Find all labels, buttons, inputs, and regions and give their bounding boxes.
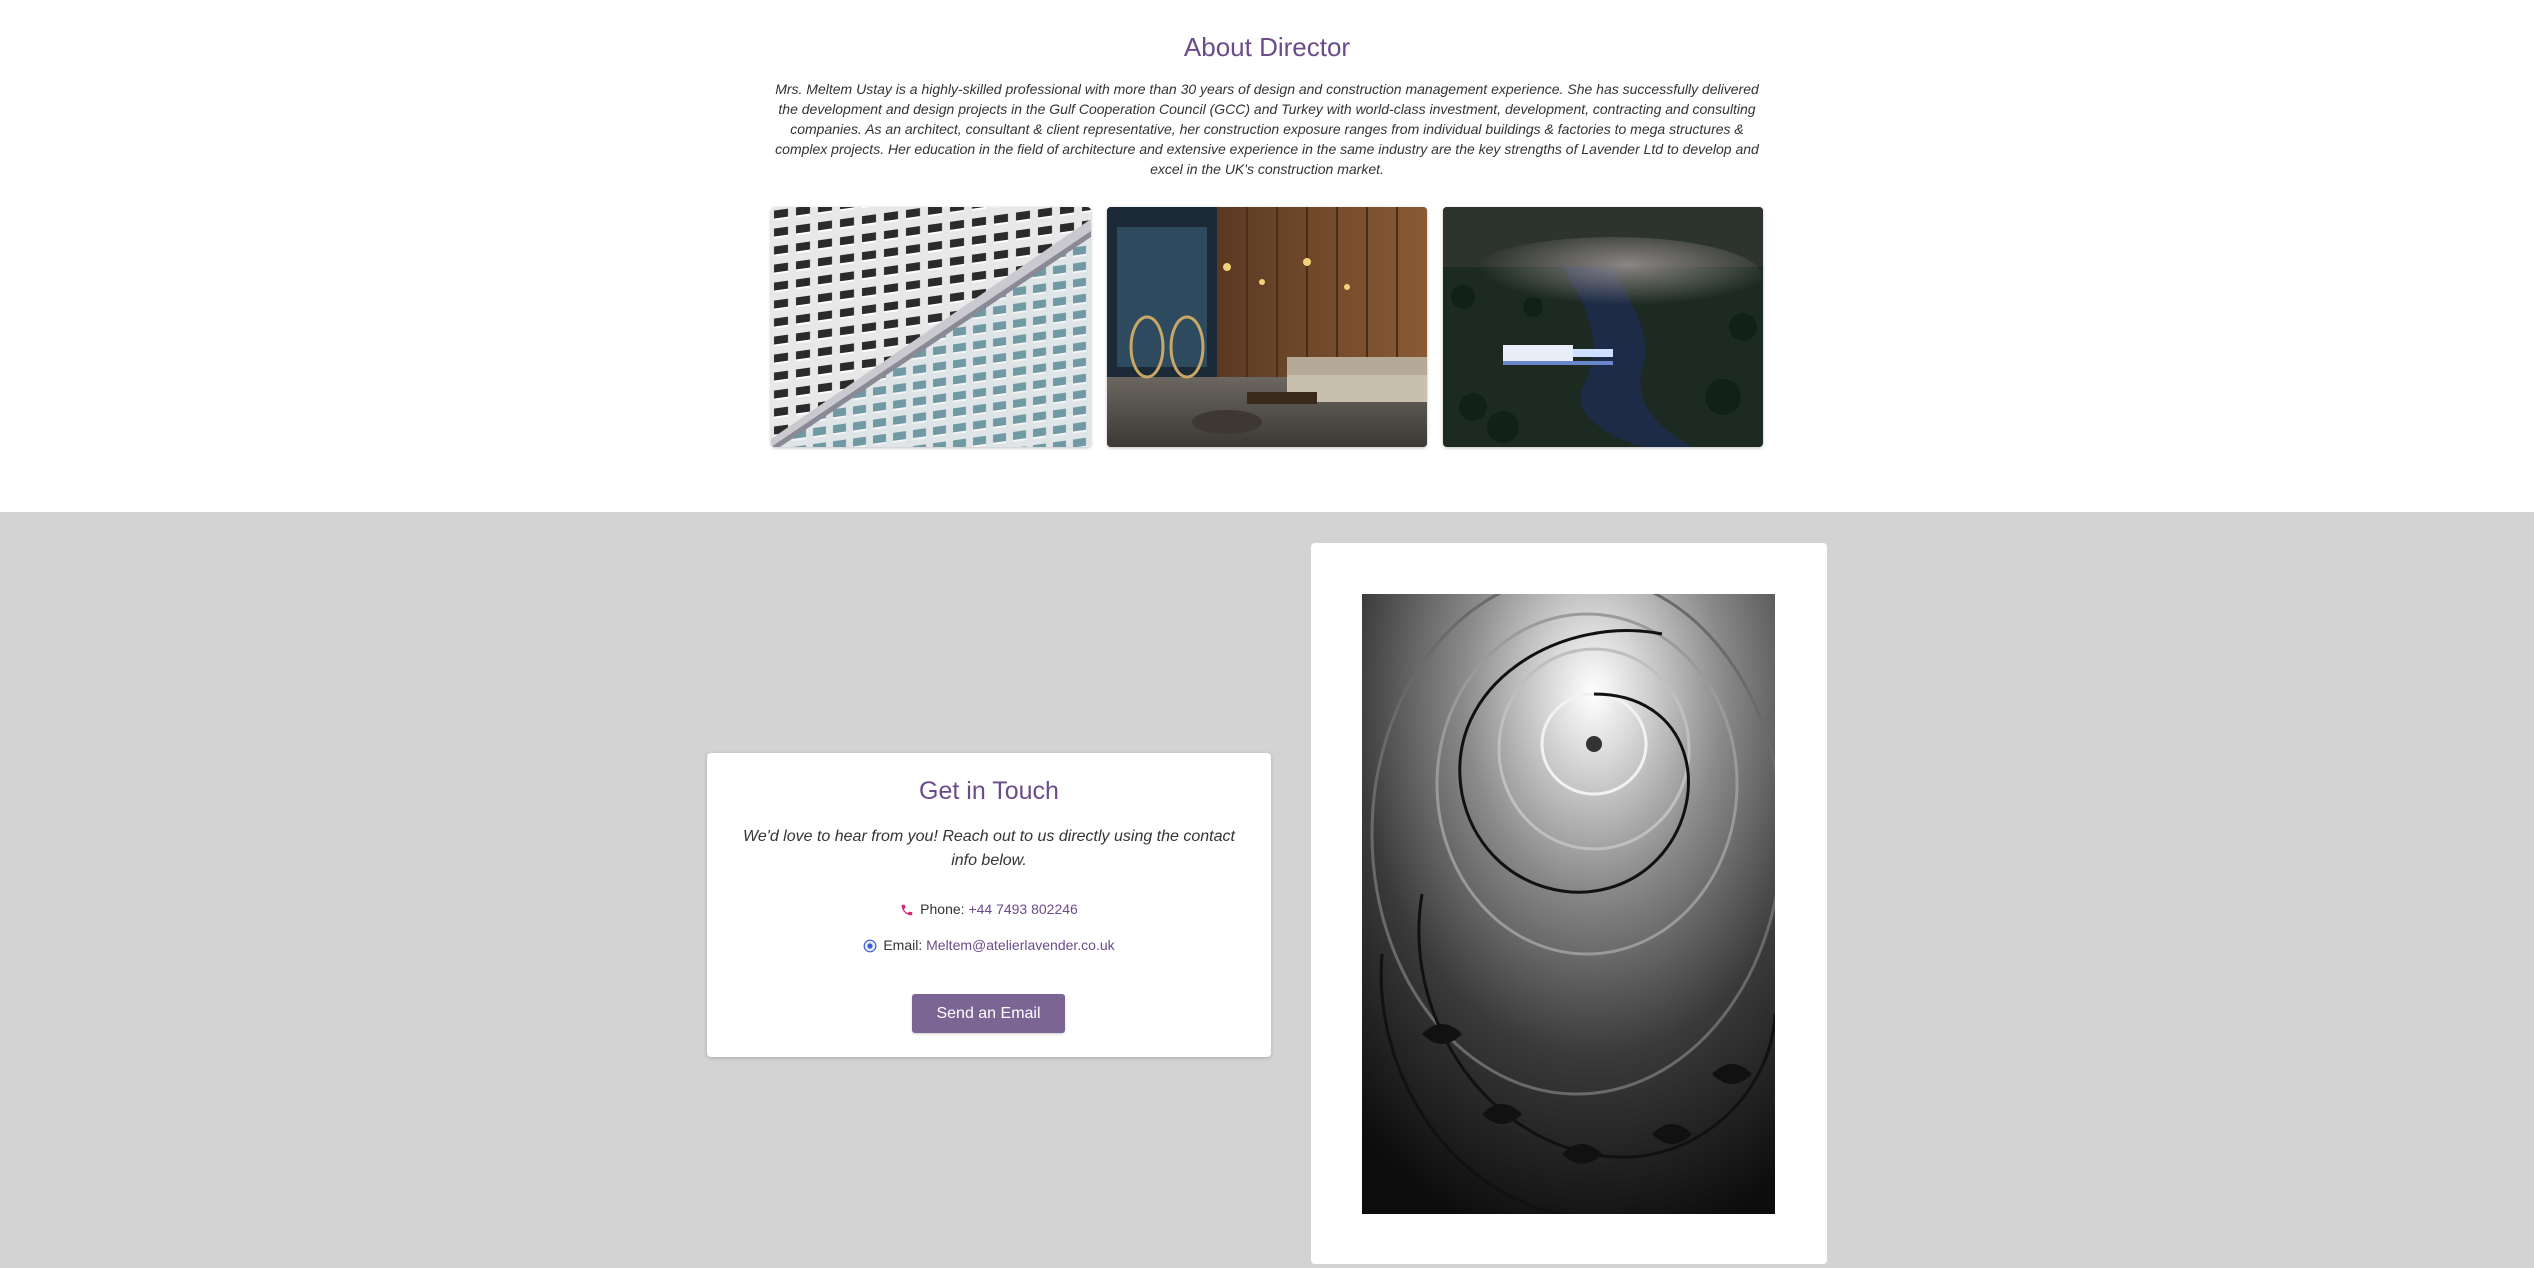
about-title: About Director (1183, 32, 1351, 62)
forest-river-aerial-photo (1443, 207, 1763, 447)
email-icon (863, 939, 877, 956)
contact-title: Get in Touch (919, 777, 1059, 805)
contact-intro: We'd love to hear from you! Reach out to… (743, 828, 1235, 869)
project-gallery (771, 207, 1763, 447)
staircase-photo-frame (1311, 543, 1827, 1264)
building-facade-photo (771, 207, 1091, 447)
contact-section: Get in Touch We'd love to hear from you!… (0, 512, 2534, 1268)
email-link[interactable]: Meltem@atelierlavender.co.uk (926, 937, 1115, 953)
about-director-section: About Director Mrs. Meltem Ustay is a hi… (0, 0, 2534, 512)
spiral-staircase-photo (1362, 594, 1775, 1214)
phone-line: Phone: +44 7493 802246 (707, 901, 1271, 920)
email-label: Email: (883, 937, 923, 953)
phone-icon (900, 903, 914, 920)
phone-link[interactable]: +44 7493 802246 (968, 901, 1077, 917)
contact-card: Get in Touch We'd love to hear from you!… (707, 753, 1271, 1057)
phone-label: Phone: (920, 901, 965, 917)
send-email-button[interactable]: Send an Email (912, 994, 1065, 1033)
about-description: Mrs. Meltem Ustay is a highly-skilled pr… (775, 81, 1759, 177)
email-line: Email: Meltem@atelierlavender.co.uk (707, 937, 1271, 956)
interior-lounge-photo (1107, 207, 1427, 447)
